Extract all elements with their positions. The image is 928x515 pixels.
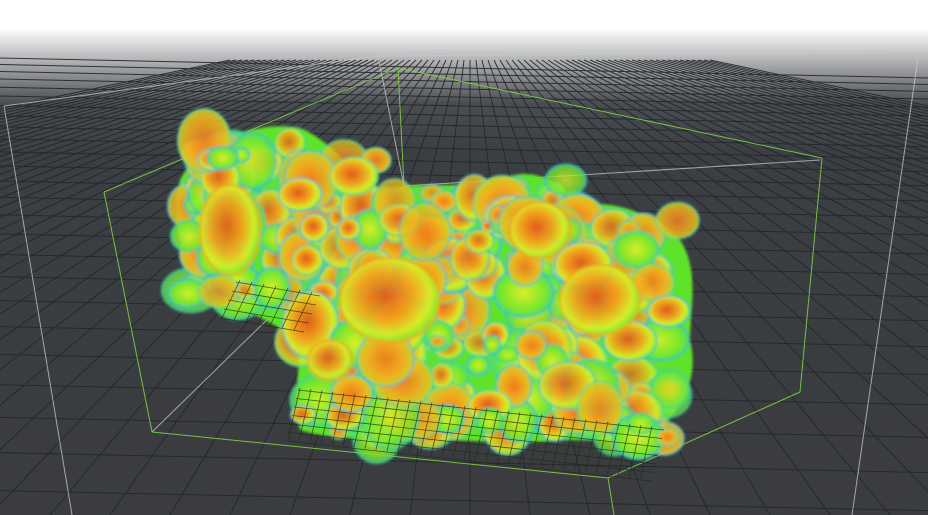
cloud-puff <box>398 202 451 262</box>
cloud-puff <box>291 245 324 276</box>
viewport-canvas[interactable] <box>0 0 928 515</box>
cloud-hot-core <box>559 264 641 336</box>
cloud-puff <box>544 163 588 197</box>
cloud-puff <box>483 334 502 355</box>
cloud-puff <box>655 201 700 240</box>
cloud-puff <box>429 362 455 390</box>
cloud-puff <box>626 412 656 435</box>
cloud-puff <box>206 145 239 171</box>
3d-viewport[interactable] <box>0 0 928 515</box>
cloud-puff <box>655 428 679 447</box>
cloud-puff <box>277 177 323 212</box>
cloud-puff <box>647 295 691 328</box>
cloud-puff <box>428 335 447 348</box>
cloud-puff <box>515 330 548 360</box>
cloud-puff <box>337 217 362 241</box>
cloud-hot-core <box>199 184 261 276</box>
cloud-puff <box>466 354 490 376</box>
cloud-hot-core <box>339 257 441 343</box>
cloud-hot-core <box>509 201 571 259</box>
cloud-puff <box>329 156 379 196</box>
cloud-hot-core <box>307 339 353 381</box>
cloud-puff <box>612 230 660 269</box>
cloud-puff <box>465 229 495 254</box>
cloud-puff <box>299 213 329 243</box>
